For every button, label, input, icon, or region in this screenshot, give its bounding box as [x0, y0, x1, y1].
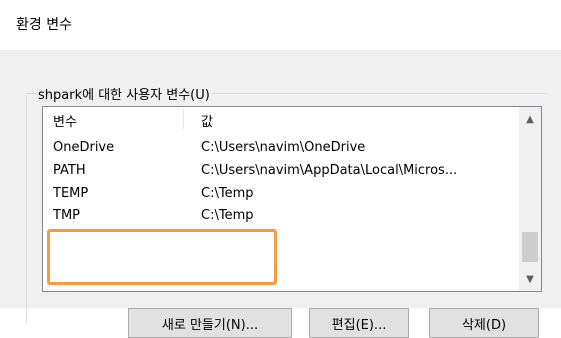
- variable-value: C:\Temp: [201, 186, 254, 201]
- scroll-thumb[interactable]: [522, 232, 538, 262]
- column-header-value[interactable]: 값: [201, 111, 213, 130]
- variable-name: TMP: [53, 208, 80, 223]
- variable-value: C:\Users\navim\AppData\Local\Micros...: [201, 163, 458, 178]
- variable-value: C:\Temp: [201, 208, 254, 223]
- list-header: 변수 값: [43, 107, 519, 133]
- variable-value: C:\Users\navim\OneDrive: [201, 140, 366, 155]
- window-title: 환경 변수: [16, 17, 72, 33]
- column-header-name[interactable]: 변수: [53, 111, 77, 130]
- variable-name: PATH: [53, 163, 86, 178]
- column-divider[interactable]: [183, 109, 184, 129]
- group-label: shpark에 대한 사용자 변수(U): [36, 84, 212, 103]
- table-row[interactable]: PATH C:\Users\navim\AppData\Local\Micros…: [43, 160, 519, 182]
- delete-button[interactable]: 삭제(D): [429, 308, 539, 338]
- variable-name: OneDrive: [53, 140, 115, 155]
- table-row[interactable]: OneDrive C:\Users\navim\OneDrive: [43, 137, 519, 159]
- chevron-down-icon[interactable]: ▼: [519, 269, 541, 289]
- title-bar: 환경 변수: [0, 0, 561, 50]
- chevron-up-icon[interactable]: ▲: [519, 109, 541, 129]
- dialog-body: shpark에 대한 사용자 변수(U) 변수 값 OneDrive C:\Us…: [0, 50, 561, 338]
- table-row[interactable]: TEMP C:\Temp: [43, 183, 519, 205]
- vertical-scrollbar[interactable]: ▲ ▼: [519, 107, 541, 291]
- highlight-box: [47, 229, 277, 285]
- new-button[interactable]: 새로 만들기(N)...: [128, 308, 292, 338]
- table-row[interactable]: TMP C:\Temp: [43, 205, 519, 227]
- variable-name: TEMP: [53, 186, 89, 201]
- edit-button[interactable]: 편집(E)...: [309, 308, 409, 338]
